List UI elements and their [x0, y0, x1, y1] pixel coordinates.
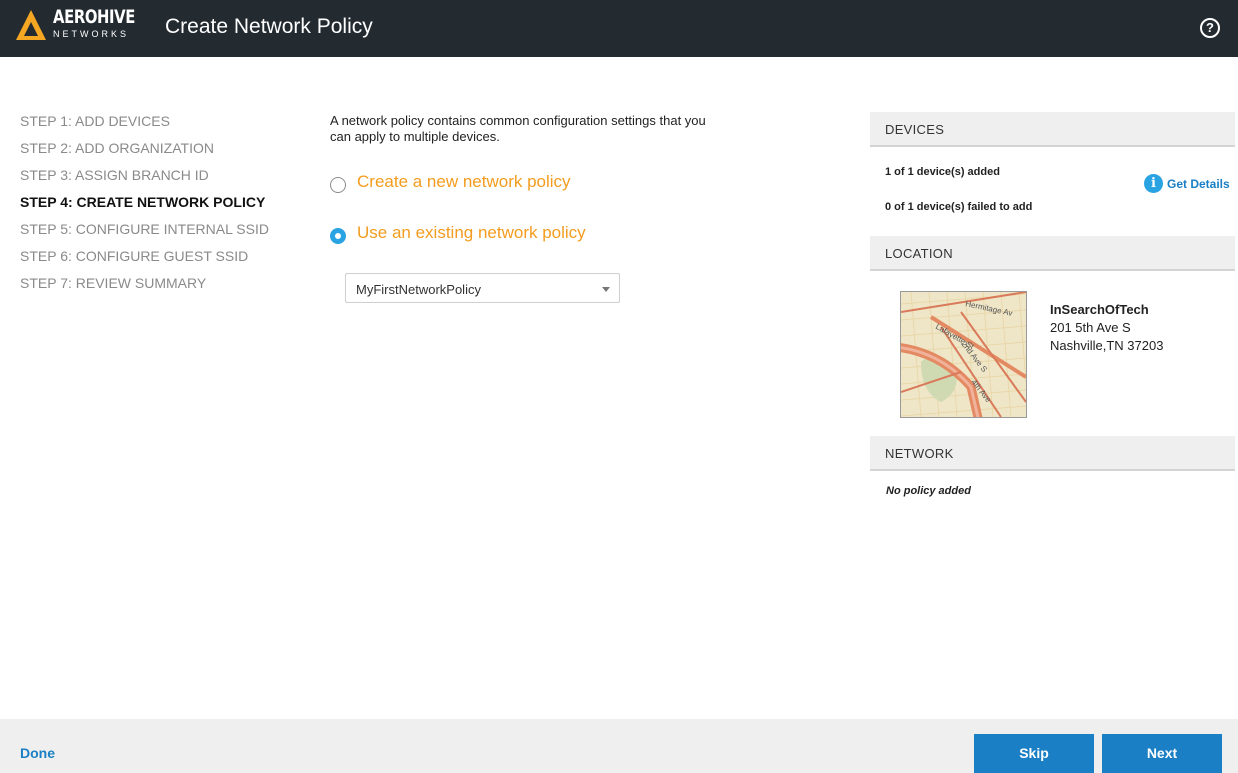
network-heading: NETWORK — [885, 446, 954, 461]
step-5: STEP 5: CONFIGURE INTERNAL SSID — [20, 221, 269, 237]
chevron-down-icon — [602, 287, 610, 292]
policy-select-value: MyFirstNetworkPolicy — [356, 282, 481, 297]
devices-added-count: 1 of 1 device(s) added — [885, 166, 1000, 178]
step-3: STEP 3: ASSIGN BRANCH ID — [20, 167, 209, 183]
get-details-label: Get Details — [1167, 177, 1230, 191]
info-icon: i — [1144, 174, 1163, 193]
use-existing-radio[interactable] — [330, 228, 346, 244]
location-heading: LOCATION — [885, 246, 953, 261]
policy-description: A network policy contains common configu… — [330, 113, 706, 144]
footer-bar: Done Skip Next — [0, 719, 1238, 773]
create-new-label: Create a new network policy — [357, 172, 571, 191]
map-image: Hermitage Av Lafayette St 2nd Ave S 4th … — [901, 292, 1026, 417]
location-map: Hermitage Av Lafayette St 2nd Ave S 4th … — [900, 291, 1027, 418]
network-status: No policy added — [886, 485, 971, 497]
devices-failed-count: 0 of 1 device(s) failed to add — [885, 201, 1033, 213]
location-section-header: LOCATION — [870, 236, 1235, 271]
step-2: STEP 2: ADD ORGANIZATION — [20, 140, 214, 156]
logo-wordmark: AEROHIVE — [53, 6, 135, 28]
step-4-current: STEP 4: CREATE NETWORK POLICY — [20, 194, 266, 210]
wizard-steps: STEP 1: ADD DEVICES STEP 2: ADD ORGANIZA… — [20, 113, 269, 302]
devices-heading: DEVICES — [885, 122, 945, 137]
top-header: AEROHIVE NETWORKS Create Network Policy … — [0, 0, 1238, 57]
step-6: STEP 6: CONFIGURE GUEST SSID — [20, 248, 249, 264]
create-new-radio[interactable] — [330, 177, 346, 193]
help-icon[interactable]: ? — [1200, 18, 1220, 38]
policy-select[interactable]: MyFirstNetworkPolicy — [345, 273, 620, 303]
page-title: Create Network Policy — [165, 15, 373, 38]
done-link[interactable]: Done — [20, 745, 55, 761]
step-7: STEP 7: REVIEW SUMMARY — [20, 275, 207, 291]
logo-subtitle: NETWORKS — [53, 29, 130, 39]
location-city: Nashville,TN 37203 — [1050, 338, 1164, 353]
step-1: STEP 1: ADD DEVICES — [20, 113, 170, 129]
use-existing-label: Use an existing network policy — [357, 223, 586, 242]
skip-button[interactable]: Skip — [974, 734, 1094, 773]
next-button[interactable]: Next — [1102, 734, 1222, 773]
location-name: InSearchOfTech — [1050, 302, 1149, 317]
aerohive-logo-icon — [16, 10, 46, 40]
devices-section-header: DEVICES — [870, 112, 1235, 147]
network-section-header: NETWORK — [870, 436, 1235, 471]
location-street: 201 5th Ave S — [1050, 320, 1131, 335]
